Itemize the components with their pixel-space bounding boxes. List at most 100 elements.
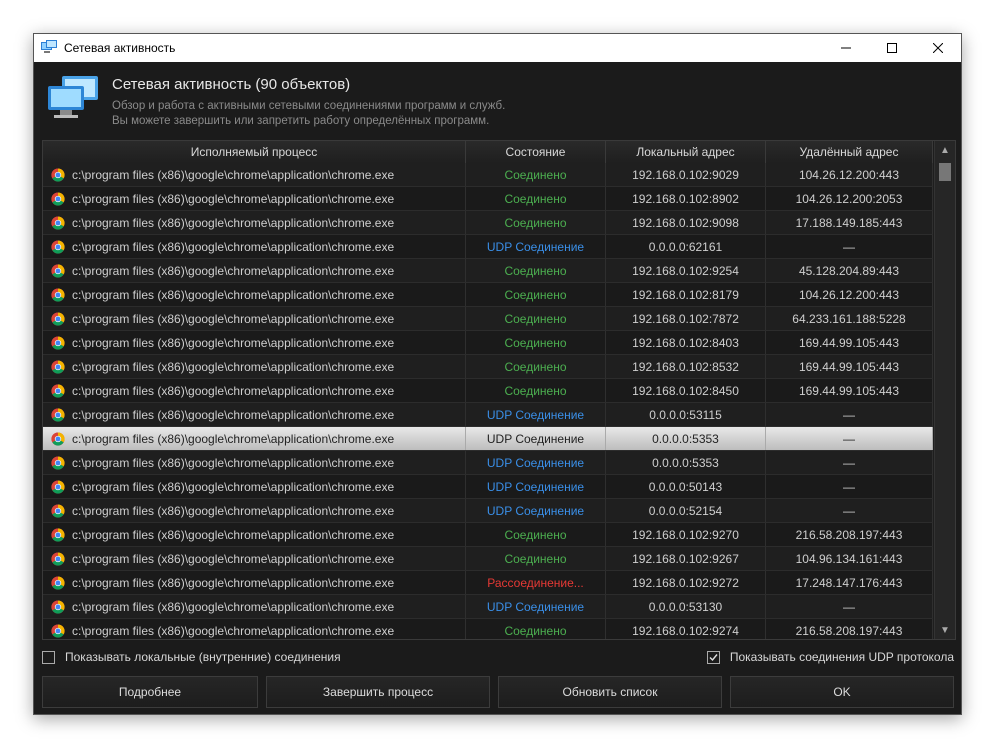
process-cell: c:\program files (x86)\google\chrome\app… <box>43 355 466 378</box>
maximize-button[interactable] <box>869 34 915 62</box>
chrome-icon <box>51 551 65 566</box>
process-path: c:\program files (x86)\google\chrome\app… <box>72 167 395 182</box>
header-description-line2: Вы можете завершить или запретить работу… <box>112 115 490 127</box>
local-address-cell: 192.168.0.102:8403 <box>606 331 766 354</box>
process-cell: c:\program files (x86)\google\chrome\app… <box>43 235 466 258</box>
vertical-scrollbar[interactable]: ▲ ▼ <box>934 141 955 639</box>
table-row[interactable]: c:\program files (x86)\google\chrome\app… <box>43 331 933 355</box>
process-path: c:\program files (x86)\google\chrome\app… <box>72 335 395 350</box>
ok-button[interactable]: OK <box>730 676 954 708</box>
state-cell: UDP Соединение <box>466 427 606 450</box>
kill-process-button[interactable]: Завершить процесс <box>266 676 490 708</box>
remote-address-cell: — <box>766 235 933 258</box>
button-bar: Подробнее Завершить процесс Обновить спи… <box>42 676 954 708</box>
table-row[interactable]: c:\program files (x86)\google\chrome\app… <box>43 379 933 403</box>
state-cell: Соединено <box>466 355 606 378</box>
local-address-cell: 192.168.0.102:8450 <box>606 379 766 402</box>
state-cell: Соединено <box>466 283 606 306</box>
chrome-icon <box>51 359 65 374</box>
process-path: c:\program files (x86)\google\chrome\app… <box>72 431 395 446</box>
process-cell: c:\program files (x86)\google\chrome\app… <box>43 619 466 639</box>
table-row[interactable]: c:\program files (x86)\google\chrome\app… <box>43 619 933 639</box>
process-cell: c:\program files (x86)\google\chrome\app… <box>43 499 466 522</box>
column-header-remote-address[interactable]: Удалённый адрес <box>766 141 933 163</box>
local-address-cell: 0.0.0.0:5353 <box>606 451 766 474</box>
scroll-down-icon[interactable]: ▼ <box>935 621 955 639</box>
chrome-icon <box>51 383 65 398</box>
refresh-list-button[interactable]: Обновить список <box>498 676 722 708</box>
process-path: c:\program files (x86)\google\chrome\app… <box>72 455 395 470</box>
state-cell: Соединено <box>466 187 606 210</box>
column-header-state[interactable]: Состояние <box>466 141 606 163</box>
state-cell: UDP Соединение <box>466 499 606 522</box>
process-cell: c:\program files (x86)\google\chrome\app… <box>43 475 466 498</box>
local-address-cell: 192.168.0.102:9254 <box>606 259 766 282</box>
process-cell: c:\program files (x86)\google\chrome\app… <box>43 379 466 402</box>
table-row[interactable]: c:\program files (x86)\google\chrome\app… <box>43 451 933 475</box>
maximize-icon <box>887 43 897 53</box>
table-row[interactable]: c:\program files (x86)\google\chrome\app… <box>43 235 933 259</box>
process-cell: c:\program files (x86)\google\chrome\app… <box>43 163 466 186</box>
local-address-cell: 0.0.0.0:62161 <box>606 235 766 258</box>
checkbox-label: Показывать соединения UDP протокола <box>729 650 954 664</box>
remote-address-cell: 45.128.204.89:443 <box>766 259 933 282</box>
checkbox-label: Показывать локальные (внутренние) соедин… <box>65 650 341 664</box>
table-row[interactable]: c:\program files (x86)\google\chrome\app… <box>43 403 933 427</box>
minimize-button[interactable] <box>823 34 869 62</box>
table-row[interactable]: c:\program files (x86)\google\chrome\app… <box>43 547 933 571</box>
process-path: c:\program files (x86)\google\chrome\app… <box>72 239 395 254</box>
remote-address-cell: 216.58.208.197:443 <box>766 523 933 546</box>
chrome-icon <box>51 167 65 182</box>
state-cell: Соединено <box>466 547 606 570</box>
table-row[interactable]: c:\program files (x86)\google\chrome\app… <box>43 211 933 235</box>
table-row[interactable]: c:\program files (x86)\google\chrome\app… <box>43 427 933 451</box>
local-address-cell: 0.0.0.0:5353 <box>606 427 766 450</box>
show-udp-connections-checkbox[interactable]: Показывать соединения UDP протокола <box>706 650 954 664</box>
column-header-local-address[interactable]: Локальный адрес <box>606 141 766 163</box>
process-cell: c:\program files (x86)\google\chrome\app… <box>43 259 466 282</box>
table-row[interactable]: c:\program files (x86)\google\chrome\app… <box>43 187 933 211</box>
checkbox-box[interactable] <box>42 650 55 664</box>
column-header-process[interactable]: Исполняемый процесс <box>43 141 466 163</box>
state-cell: Соединено <box>466 379 606 402</box>
chrome-icon <box>51 311 65 326</box>
state-cell: Соединено <box>466 307 606 330</box>
remote-address-cell: 104.26.12.200:443 <box>766 283 933 306</box>
local-address-cell: 192.168.0.102:9274 <box>606 619 766 639</box>
process-path: c:\program files (x86)\google\chrome\app… <box>72 287 395 302</box>
scroll-up-icon[interactable]: ▲ <box>935 141 955 159</box>
process-path: c:\program files (x86)\google\chrome\app… <box>72 263 395 278</box>
process-path: c:\program files (x86)\google\chrome\app… <box>72 503 395 518</box>
state-cell: Соединено <box>466 163 606 186</box>
chrome-icon <box>51 191 65 206</box>
details-button[interactable]: Подробнее <box>42 676 258 708</box>
table-row[interactable]: c:\program files (x86)\google\chrome\app… <box>43 259 933 283</box>
remote-address-cell: 17.188.149.185:443 <box>766 211 933 234</box>
table-row[interactable]: c:\program files (x86)\google\chrome\app… <box>43 307 933 331</box>
state-cell: UDP Соединение <box>466 595 606 618</box>
process-cell: c:\program files (x86)\google\chrome\app… <box>43 451 466 474</box>
checkbox-box[interactable] <box>706 650 720 664</box>
scroll-thumb[interactable] <box>939 163 951 181</box>
table-row[interactable]: c:\program files (x86)\google\chrome\app… <box>43 595 933 619</box>
local-address-cell: 192.168.0.102:8532 <box>606 355 766 378</box>
state-cell: Соединено <box>466 259 606 282</box>
table-row[interactable]: c:\program files (x86)\google\chrome\app… <box>43 163 933 187</box>
table-row[interactable]: c:\program files (x86)\google\chrome\app… <box>43 475 933 499</box>
table-row[interactable]: c:\program files (x86)\google\chrome\app… <box>43 523 933 547</box>
chrome-icon <box>51 263 65 278</box>
close-button[interactable] <box>915 34 961 62</box>
table-row[interactable]: c:\program files (x86)\google\chrome\app… <box>43 499 933 523</box>
process-path: c:\program files (x86)\google\chrome\app… <box>72 527 395 542</box>
process-path: c:\program files (x86)\google\chrome\app… <box>72 599 395 614</box>
state-cell: Соединено <box>466 331 606 354</box>
process-cell: c:\program files (x86)\google\chrome\app… <box>43 523 466 546</box>
process-path: c:\program files (x86)\google\chrome\app… <box>72 407 395 422</box>
show-local-connections-checkbox[interactable]: Показывать локальные (внутренние) соедин… <box>42 650 341 664</box>
table-row[interactable]: c:\program files (x86)\google\chrome\app… <box>43 355 933 379</box>
local-address-cell: 192.168.0.102:8179 <box>606 283 766 306</box>
table-row[interactable]: c:\program files (x86)\google\chrome\app… <box>43 283 933 307</box>
process-cell: c:\program files (x86)\google\chrome\app… <box>43 427 466 450</box>
table-row[interactable]: c:\program files (x86)\google\chrome\app… <box>43 571 933 595</box>
process-cell: c:\program files (x86)\google\chrome\app… <box>43 307 466 330</box>
